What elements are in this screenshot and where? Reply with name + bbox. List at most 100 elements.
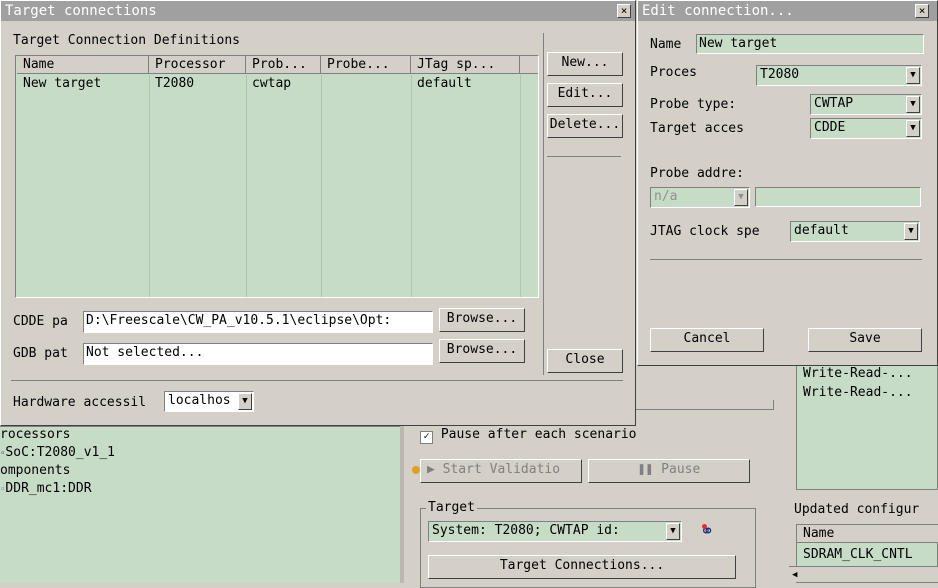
start-validation-button[interactable]: ▶ Start Validatio xyxy=(420,459,582,483)
tree-item-label: DDR_mc1:DDR xyxy=(5,481,92,496)
play-icon: ▶ xyxy=(427,462,435,477)
probe-type-value: CWTAP xyxy=(814,96,854,111)
start-validation-label: Start Validatio xyxy=(442,462,561,477)
tree-item-soc[interactable]: ◦SoC:T2080_v1_1 xyxy=(0,445,115,460)
close-icon[interactable]: × xyxy=(915,4,929,18)
edit-connection-dialog: Edit connection... × Name New target Pro… xyxy=(637,0,938,366)
name-input[interactable]: New target xyxy=(696,34,924,54)
browse-gdb-button[interactable]: Browse... xyxy=(439,339,525,363)
column-header-probe-address[interactable]: Probe... xyxy=(321,56,411,74)
results-list: Write-Read-... Write-Read-... xyxy=(796,360,938,490)
dialog-title: Target connections xyxy=(5,3,157,19)
tree-item-label: SoC:T2080_v1_1 xyxy=(5,445,115,460)
jtag-clock-value: default xyxy=(794,223,849,238)
probe-address-label: Probe addre: xyxy=(650,166,744,181)
cell-processor: T2080 xyxy=(155,76,195,91)
probe-type-label: Probe type: xyxy=(650,97,737,112)
result-row[interactable]: Write-Read-... xyxy=(803,385,913,400)
grid-line xyxy=(520,75,521,297)
browse-cdde-button[interactable]: Browse... xyxy=(439,308,525,332)
updated-config-table: Name SDRAM_CLK_CNTL ◀ xyxy=(789,524,938,583)
table-row[interactable]: New target T2080 cwtap default xyxy=(17,75,538,95)
close-button[interactable]: Close xyxy=(547,349,623,373)
tree-item-components[interactable]: omponents xyxy=(0,463,70,478)
dialog-title: Edit connection... xyxy=(642,3,794,19)
target-access-select[interactable]: CDDE ▼ xyxy=(810,118,922,139)
connections-table: Name Processor Prob... Probe... JTag sp.… xyxy=(15,55,539,298)
target-select[interactable]: System: T2080; CWTAP id: ▼ xyxy=(428,521,682,542)
hardware-access-value: localhos xyxy=(168,393,231,408)
processor-label: Proces xyxy=(650,65,697,80)
updated-config-header[interactable]: Name xyxy=(797,525,938,543)
save-button[interactable]: Save xyxy=(808,328,922,352)
chevron-down-icon[interactable]: ▼ xyxy=(734,189,748,206)
table-row[interactable]: SDRAM_CLK_CNTL xyxy=(803,547,913,562)
chevron-down-icon[interactable]: ▼ xyxy=(666,523,680,540)
probe-address-input[interactable] xyxy=(755,187,921,207)
horizontal-scrollbar[interactable]: ◀ xyxy=(789,566,938,582)
chevron-down-icon[interactable]: ▼ xyxy=(906,96,920,113)
cell-probe-type: cwtap xyxy=(252,76,292,91)
cdde-path-label: CDDE pa xyxy=(13,314,68,329)
chevron-down-icon[interactable]: ▼ xyxy=(906,67,920,84)
pause-checkbox-row[interactable]: ✓ Pause after each scenario xyxy=(420,427,637,444)
separator xyxy=(650,259,922,260)
pause-label: Pause xyxy=(661,462,701,477)
hardware-access-select[interactable]: localhos ▼ xyxy=(164,391,254,412)
grid-line xyxy=(411,75,412,297)
jtag-clock-label: JTAG clock spe xyxy=(650,224,760,239)
column-header-processor[interactable]: Processor xyxy=(149,56,246,74)
cdde-path-input[interactable]: D:\Freescale\CW_PA_v10.5.1\eclipse\Opt: xyxy=(83,311,433,333)
grid-line xyxy=(321,75,322,297)
close-icon[interactable]: × xyxy=(617,4,631,18)
target-group-label: Target xyxy=(426,500,477,515)
target-connections-dialog: Target connections × Target Connection D… xyxy=(0,0,636,426)
grid-line xyxy=(246,75,247,297)
dialog-titlebar[interactable]: Target connections × xyxy=(1,1,635,21)
link-error-dot xyxy=(702,524,707,529)
processor-select[interactable]: T2080 ▼ xyxy=(756,65,922,86)
component-tree: rocessors ◦SoC:T2080_v1_1 omponents ◦DDR… xyxy=(0,426,400,583)
updated-config-label: Updated configur xyxy=(794,502,920,517)
processor-value: T2080 xyxy=(760,67,800,82)
jtag-clock-select[interactable]: default ▼ xyxy=(790,221,920,242)
new-connection-button[interactable]: New... xyxy=(547,52,623,76)
column-header-probe-type[interactable]: Prob... xyxy=(246,56,321,74)
cell-name: New target xyxy=(23,76,102,91)
chevron-down-icon[interactable]: ▼ xyxy=(904,223,918,240)
target-select-value: System: T2080; CWTAP id: xyxy=(432,523,620,538)
tree-item-processors[interactable]: rocessors xyxy=(0,427,70,442)
updated-config-panel: Updated configur Name SDRAM_CLK_CNTL ◀ xyxy=(788,500,938,583)
warning-icon xyxy=(412,466,420,474)
dialog-titlebar[interactable]: Edit connection... × xyxy=(638,1,937,21)
grid-line xyxy=(149,75,150,297)
pause-checkbox-label: Pause after each scenario xyxy=(440,427,637,442)
pause-icon: ❚❚ xyxy=(637,462,654,477)
tree-item-ddr[interactable]: ◦DDR_mc1:DDR xyxy=(0,481,92,496)
chevron-left-icon[interactable]: ◀ xyxy=(792,567,797,583)
name-label: Name xyxy=(650,37,682,52)
validation-panel: ✓ Pause after each scenario ▶ Start Vali… xyxy=(404,400,784,588)
probe-address-select[interactable]: n/a ▼ xyxy=(650,187,750,208)
edit-connection-button[interactable]: Edit... xyxy=(547,83,623,107)
button-column-separator xyxy=(543,33,544,375)
column-header-name[interactable]: Name xyxy=(17,56,149,74)
gdb-path-label: GDB pat xyxy=(13,346,68,361)
separator xyxy=(547,156,621,157)
pause-button[interactable]: ❚❚ Pause xyxy=(588,459,750,483)
target-connections-button[interactable]: Target Connections... xyxy=(428,555,736,579)
column-header-jtag[interactable]: JTag sp... xyxy=(411,56,520,74)
cell-probe-address xyxy=(321,75,411,93)
gdb-path-input[interactable]: Not selected... xyxy=(83,343,433,365)
pause-checkbox[interactable]: ✓ xyxy=(420,431,433,444)
probe-type-select[interactable]: CWTAP ▼ xyxy=(810,94,922,115)
hardware-access-label: Hardware accessil xyxy=(13,395,147,410)
delete-connection-button[interactable]: Delete... xyxy=(547,114,623,138)
cell-jtag: default xyxy=(417,76,472,91)
cancel-button[interactable]: Cancel xyxy=(650,328,764,352)
target-access-value: CDDE xyxy=(814,120,846,135)
target-access-label: Target acces xyxy=(650,121,744,136)
result-row[interactable]: Write-Read-... xyxy=(803,366,913,381)
chevron-down-icon[interactable]: ▼ xyxy=(906,120,920,137)
chevron-down-icon[interactable]: ▼ xyxy=(238,393,252,410)
